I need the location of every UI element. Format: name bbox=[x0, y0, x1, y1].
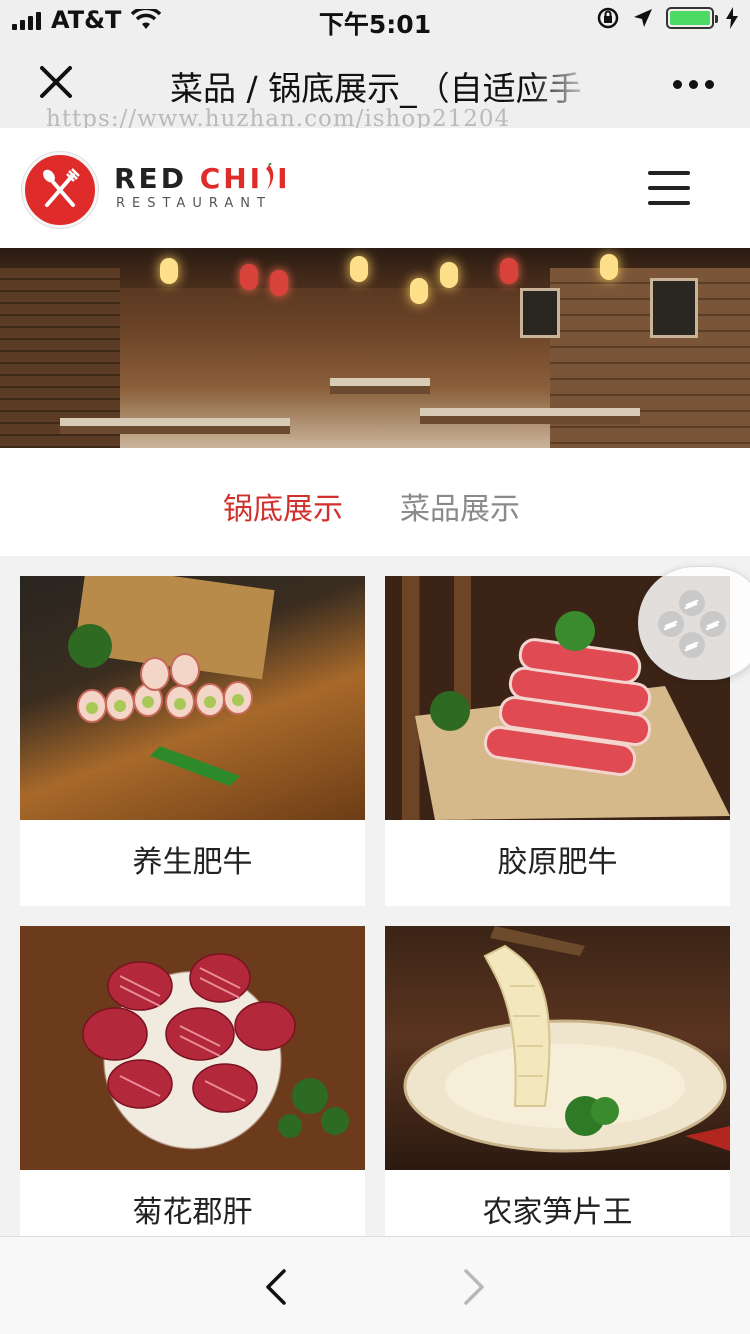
status-right bbox=[596, 6, 738, 30]
banner-image bbox=[0, 248, 750, 448]
logo-name-red: RED bbox=[114, 162, 200, 195]
floating-share-button[interactable] bbox=[638, 566, 750, 680]
dish-card[interactable]: 农家笋片王 bbox=[385, 926, 730, 1256]
chevron-right-icon[interactable] bbox=[456, 1265, 492, 1309]
close-icon[interactable] bbox=[36, 62, 76, 102]
chevron-left-icon[interactable] bbox=[258, 1265, 294, 1309]
tab-hotpot-base[interactable]: 锅底展示 bbox=[223, 484, 343, 528]
dish-photo bbox=[20, 576, 365, 820]
logo-name-chili: CHI bbox=[199, 162, 264, 195]
category-tabs: 锅底展示 菜品展示 bbox=[0, 448, 750, 556]
more-icon[interactable] bbox=[673, 80, 714, 89]
dish-photo bbox=[385, 926, 730, 1170]
hamburger-menu-icon[interactable] bbox=[648, 171, 690, 205]
wechat-nav-bar: 菜品 / 锅底展示_（自适应手 https://www.huzhan.com/i… bbox=[0, 40, 750, 132]
dish-card[interactable]: 菊花郡肝 bbox=[20, 926, 365, 1256]
site-header: RED CHI I RESTAURANT bbox=[0, 128, 750, 248]
dish-photo bbox=[20, 926, 365, 1170]
tab-dishes[interactable]: 菜品展示 bbox=[400, 484, 520, 528]
logo-name: RED CHI I bbox=[114, 162, 291, 195]
logo-name-i: I bbox=[277, 162, 291, 195]
logo-subtitle: RESTAURANT bbox=[116, 196, 272, 211]
dish-name: 养生肥牛 bbox=[132, 845, 253, 880]
status-bar: AT&T 下午5:01 bbox=[0, 0, 750, 40]
chili-icon bbox=[266, 162, 274, 190]
battery-icon bbox=[666, 7, 718, 29]
charging-icon bbox=[726, 7, 738, 29]
dish-name: 胶原肥牛 bbox=[497, 845, 618, 880]
dish-card[interactable]: 养生肥牛 bbox=[20, 576, 365, 906]
page-title: 菜品 / 锅底展示_（自适应手 bbox=[170, 69, 582, 108]
orientation-lock-icon bbox=[597, 7, 619, 29]
link-chain-icon bbox=[658, 590, 726, 658]
location-icon bbox=[634, 9, 652, 27]
logo-icon[interactable] bbox=[22, 152, 98, 228]
browser-toolbar bbox=[0, 1236, 750, 1334]
